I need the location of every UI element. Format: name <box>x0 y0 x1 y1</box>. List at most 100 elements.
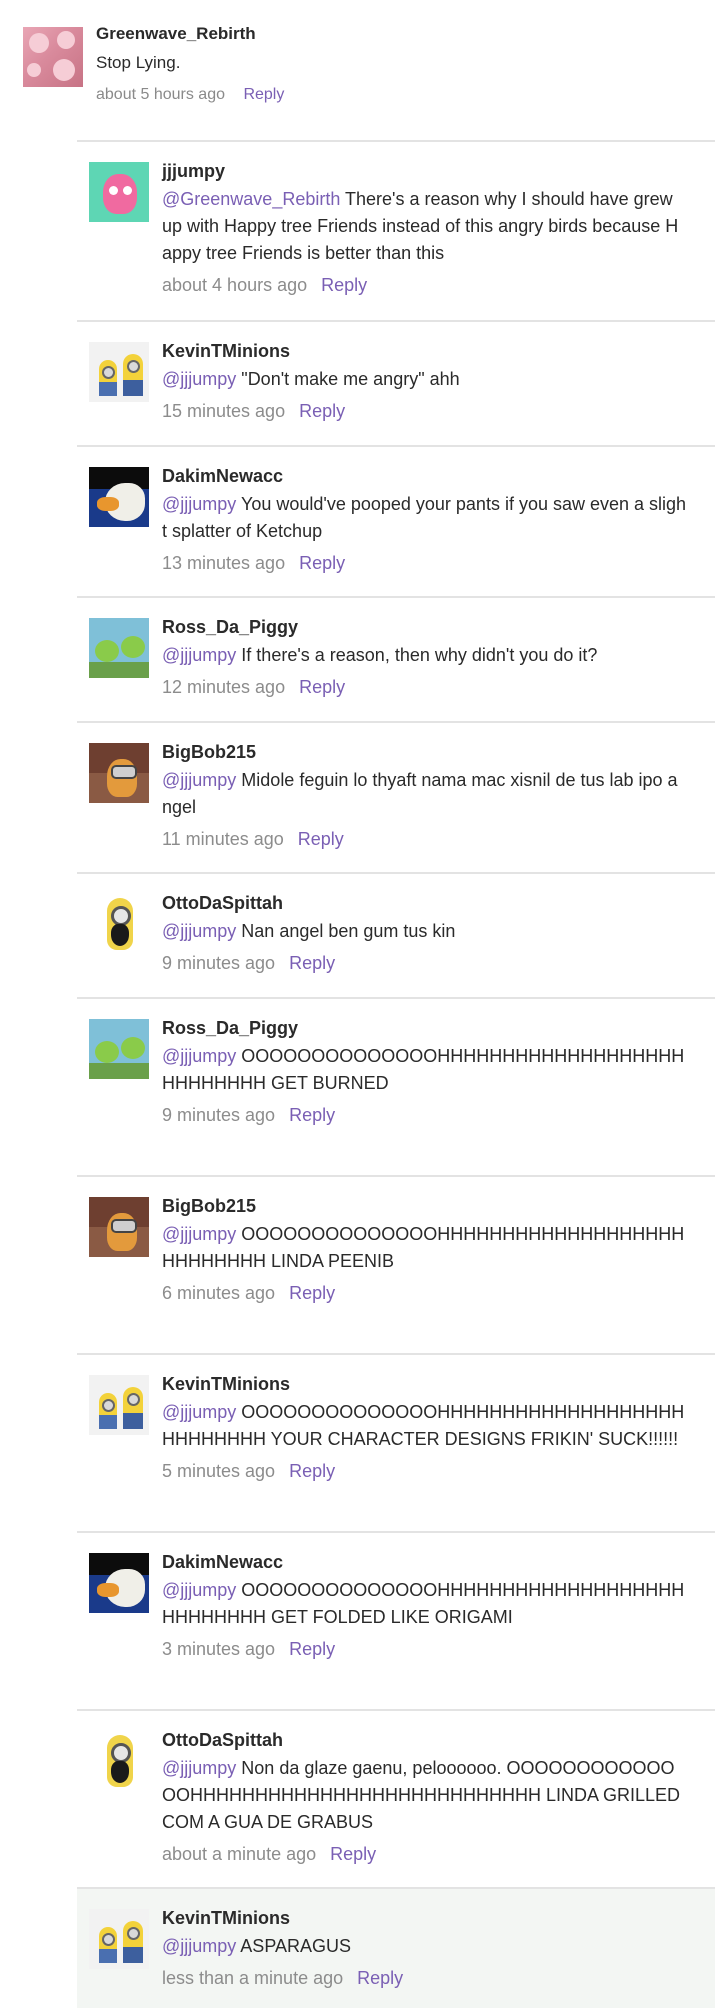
reply-author[interactable]: BigBob215 <box>162 739 687 765</box>
reply-text: @jjjumpy Midole feguin lo thyaft nama ma… <box>162 767 687 821</box>
top-comment: Greenwave_Rebirth Stop Lying. about 5 ho… <box>0 0 715 140</box>
reply-button[interactable]: Reply <box>289 1461 335 1481</box>
reply-button[interactable]: Reply <box>289 1105 335 1125</box>
reply-item: Ross_Da_Piggy @jjjumpy OOOOOOOOOOOOOOHHHH… <box>77 997 715 1175</box>
pigs-avatar[interactable] <box>89 618 149 678</box>
reply-text: @jjjumpy OOOOOOOOOOOOOOHHHHHHHHHHHHHHHHH… <box>162 1043 687 1097</box>
reply-timestamp: 11 minutes ago <box>162 829 284 849</box>
reply-body: OOOOOOOOOOOOOOHHHHHHHHHHHHHHHHHHHHHHHHHH… <box>162 1580 685 1627</box>
pigs-avatar[interactable] <box>89 1019 149 1079</box>
reply-meta: 15 minutes ago Reply <box>162 398 687 424</box>
comment-author[interactable]: Greenwave_Rebirth <box>96 24 256 44</box>
reply-text: @jjjumpy If there's a reason, then why d… <box>162 642 687 669</box>
reply-timestamp: 6 minutes ago <box>162 1283 276 1303</box>
mention-link[interactable]: @jjjumpy <box>162 770 236 790</box>
bird-avatar[interactable] <box>89 467 149 527</box>
reply-author[interactable]: BigBob215 <box>162 1193 687 1219</box>
mention-link[interactable]: @jjjumpy <box>162 1758 236 1778</box>
reply-meta: 9 minutes ago Reply <box>162 950 687 976</box>
reply-item: KevinTMinions @jjjumpy "Don't make me ang… <box>77 320 715 445</box>
reply-author[interactable]: DakimNewacc <box>162 463 687 489</box>
reply-body: ASPARAGUS <box>236 1936 352 1956</box>
reply-button[interactable]: Reply <box>299 401 345 421</box>
mention-link[interactable]: @jjjumpy <box>162 369 236 389</box>
reply-item: BigBob215 @jjjumpy Midole feguin lo thyaf… <box>77 721 715 872</box>
reply-content: jjjumpy @Greenwave_Rebirth There's a reas… <box>162 158 687 298</box>
reply-timestamp: 15 minutes ago <box>162 401 286 421</box>
reply-author[interactable]: KevinTMinions <box>162 1371 687 1397</box>
mention-link[interactable]: @jjjumpy <box>162 1046 236 1066</box>
bob-avatar[interactable] <box>89 1197 149 1257</box>
reply-item: KevinTMinions @jjjumpy OOOOOOOOOOOOOOHHHH… <box>77 1353 715 1531</box>
pink-rabbit-avatar[interactable] <box>89 162 149 222</box>
reply-text: @jjjumpy OOOOOOOOOOOOOOHHHHHHHHHHHHHHHHH… <box>162 1577 687 1631</box>
minions-avatar[interactable] <box>89 1909 149 1969</box>
reply-author[interactable]: KevinTMinions <box>162 338 687 364</box>
reply-content: DakimNewacc @jjjumpy You would've pooped … <box>162 463 687 576</box>
reply-content: DakimNewacc @jjjumpy OOOOOOOOOOOOOOHHHHHH… <box>162 1549 687 1662</box>
reply-item: DakimNewacc @jjjumpy You would've pooped … <box>77 445 715 596</box>
comment-text: Stop Lying. <box>96 53 181 72</box>
reply-timestamp: less than a minute ago <box>162 1968 344 1988</box>
mention-link[interactable]: @Greenwave_Rebirth <box>162 189 340 209</box>
reply-author[interactable]: Ross_Da_Piggy <box>162 1015 687 1041</box>
mention-link[interactable]: @jjjumpy <box>162 1936 236 1956</box>
reply-body: If there's a reason, then why didn't you… <box>236 645 598 665</box>
reply-body: OOOOOOOOOOOOOOHHHHHHHHHHHHHHHHHHHHHHHHHH… <box>162 1402 685 1449</box>
reply-button[interactable]: Reply <box>289 1283 335 1303</box>
reply-timestamp: 5 minutes ago <box>162 1461 276 1481</box>
reply-text: @jjjumpy You would've pooped your pants … <box>162 491 687 545</box>
reply-button[interactable]: Reply <box>299 677 345 697</box>
reply-button[interactable]: Reply <box>289 953 335 973</box>
reply-meta: 6 minutes ago Reply <box>162 1280 687 1306</box>
otto-avatar[interactable] <box>89 1731 149 1791</box>
mention-link[interactable]: @jjjumpy <box>162 645 236 665</box>
mention-link[interactable]: @jjjumpy <box>162 1224 236 1244</box>
reply-button[interactable]: Reply <box>330 1844 376 1864</box>
reply-author[interactable]: OttoDaSpittah <box>162 890 687 916</box>
reply-author[interactable]: jjjumpy <box>162 158 687 184</box>
reply-timestamp: 9 minutes ago <box>162 1105 276 1125</box>
reply-author[interactable]: OttoDaSpittah <box>162 1727 687 1753</box>
avatar[interactable] <box>23 27 83 87</box>
comment-meta: about 5 hours ago Reply <box>96 86 284 104</box>
reply-button[interactable]: Reply <box>299 553 345 573</box>
reply-timestamp: 12 minutes ago <box>162 677 286 697</box>
reply-text: @Greenwave_Rebirth There's a reason why … <box>162 186 687 267</box>
reply-body: You would've pooped your pants if you sa… <box>162 494 687 541</box>
reply-button[interactable]: Reply <box>321 275 367 295</box>
reply-meta: less than a minute ago Reply <box>162 1965 687 1991</box>
minions-avatar[interactable] <box>89 1375 149 1435</box>
reply-button[interactable]: Reply <box>289 1639 335 1659</box>
reply-body: "Don't make me angry" ahh <box>236 369 460 389</box>
reply-author[interactable]: DakimNewacc <box>162 1549 687 1575</box>
mention-link[interactable]: @jjjumpy <box>162 921 236 941</box>
reply-item: OttoDaSpittah @jjjumpy Non da glaze gaenu… <box>77 1709 715 1887</box>
bird-avatar[interactable] <box>89 1553 149 1613</box>
reply-button[interactable]: Reply <box>243 86 284 103</box>
mention-link[interactable]: @jjjumpy <box>162 1402 236 1422</box>
reply-timestamp: about a minute ago <box>162 1844 317 1864</box>
reply-meta: about a minute ago Reply <box>162 1841 687 1867</box>
reply-content: OttoDaSpittah @jjjumpy Nan angel ben gum … <box>162 890 687 976</box>
replies-list: jjjumpy @Greenwave_Rebirth There's a reas… <box>77 140 715 2008</box>
reply-timestamp: 13 minutes ago <box>162 553 286 573</box>
reply-timestamp: about 4 hours ago <box>162 275 308 295</box>
bob-avatar[interactable] <box>89 743 149 803</box>
minions-avatar[interactable] <box>89 342 149 402</box>
mention-link[interactable]: @jjjumpy <box>162 494 236 514</box>
reply-item: Ross_Da_Piggy @jjjumpy If there's a reaso… <box>77 596 715 721</box>
reply-author[interactable]: Ross_Da_Piggy <box>162 614 687 640</box>
reply-content: Ross_Da_Piggy @jjjumpy If there's a reaso… <box>162 614 687 700</box>
comment-timestamp: about 5 hours ago <box>96 86 225 103</box>
reply-author[interactable]: KevinTMinions <box>162 1905 687 1931</box>
mention-link[interactable]: @jjjumpy <box>162 1580 236 1600</box>
reply-button[interactable]: Reply <box>357 1968 403 1988</box>
otto-avatar[interactable] <box>89 894 149 954</box>
reply-body: Midole feguin lo thyaft nama mac xisnil … <box>162 770 678 817</box>
reply-body: Nan angel ben gum tus kin <box>236 921 456 941</box>
reply-content: KevinTMinions @jjjumpy OOOOOOOOOOOOOOHHHH… <box>162 1371 687 1484</box>
reply-text: @jjjumpy OOOOOOOOOOOOOOHHHHHHHHHHHHHHHHH… <box>162 1399 687 1453</box>
reply-content: KevinTMinions @jjjumpy ASPARAGUS less than… <box>162 1905 687 1991</box>
reply-button[interactable]: Reply <box>298 829 344 849</box>
